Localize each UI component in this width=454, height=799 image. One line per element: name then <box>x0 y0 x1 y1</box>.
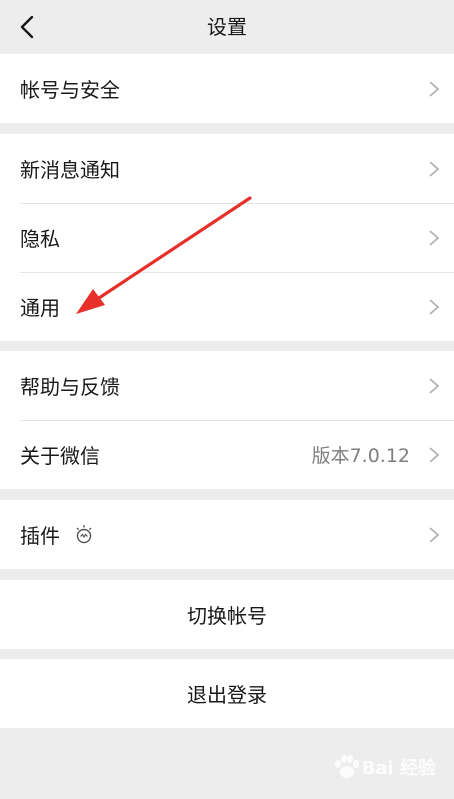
chevron-right-icon <box>429 377 440 394</box>
plugins-item[interactable]: 插件 <box>0 500 454 569</box>
group-general: 新消息通知 隐私 通用 <box>0 134 454 341</box>
general-label: 通用 <box>20 296 60 320</box>
group-logout: 退出登录 <box>0 659 454 728</box>
chevron-right-icon <box>429 80 440 97</box>
switch-account-button[interactable]: 切换帐号 <box>0 580 454 649</box>
chevron-right-icon <box>429 229 440 246</box>
plugins-label: 插件 <box>20 524 60 548</box>
group-help: 帮助与反馈 关于微信 版本7.0.12 <box>0 351 454 489</box>
top-bar: 设置 <box>0 0 454 54</box>
chevron-right-icon <box>429 160 440 177</box>
page-title: 设置 <box>207 15 247 39</box>
group-switch-account: 切换帐号 <box>0 580 454 649</box>
notifications-item[interactable]: 新消息通知 <box>0 134 454 203</box>
switch-account-label: 切换帐号 <box>187 604 267 628</box>
notifications-label: 新消息通知 <box>20 158 120 182</box>
privacy-label: 隐私 <box>20 227 60 251</box>
logout-label: 退出登录 <box>187 683 267 707</box>
version-value: 版本7.0.12 <box>311 445 410 467</box>
chevron-right-icon <box>429 298 440 315</box>
watermark-text: Bai 经验 <box>361 758 436 779</box>
chevron-right-icon <box>429 446 440 463</box>
chevron-right-icon <box>429 526 440 543</box>
lightbulb-icon <box>76 524 92 543</box>
help-feedback-label: 帮助与反馈 <box>20 375 120 399</box>
paw-icon <box>334 755 359 778</box>
group-plugins: 插件 <box>0 500 454 569</box>
privacy-item[interactable]: 隐私 <box>0 203 454 272</box>
logout-button[interactable]: 退出登录 <box>0 659 454 728</box>
group-account: 帐号与安全 <box>0 54 454 123</box>
help-feedback-item[interactable]: 帮助与反馈 <box>0 351 454 420</box>
about-label: 关于微信 <box>20 444 100 468</box>
baidu-watermark: Bai 经验 <box>332 753 436 781</box>
about-item[interactable]: 关于微信 版本7.0.12 <box>0 420 454 489</box>
account-security-item[interactable]: 帐号与安全 <box>0 54 454 123</box>
account-security-label: 帐号与安全 <box>20 78 120 102</box>
general-item[interactable]: 通用 <box>0 272 454 341</box>
